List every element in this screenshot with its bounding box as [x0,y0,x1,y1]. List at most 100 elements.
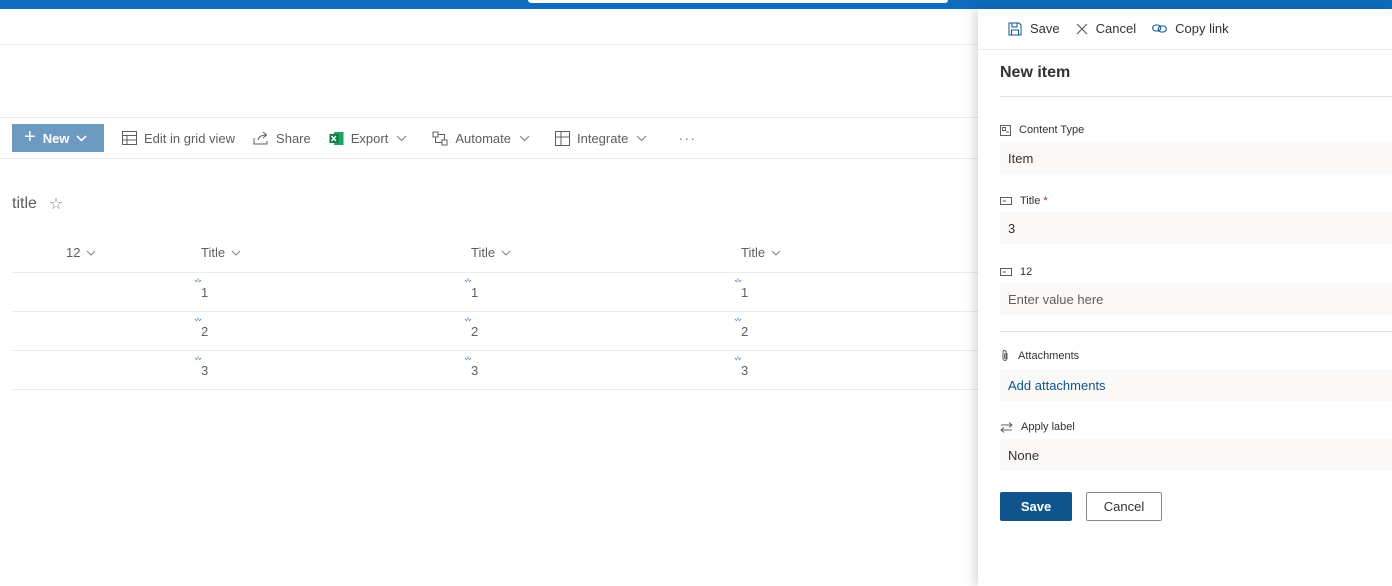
column-header-label: Title [201,245,226,260]
integrate-button[interactable]: Integrate [554,130,654,146]
table-cell[interactable]: 3 [464,356,478,378]
list-title-text: title [12,195,37,212]
header-divider [0,44,980,45]
integrate-icon [554,130,570,146]
content-type-select[interactable]: Item [1000,142,1392,174]
more-options-button[interactable]: ··· [678,130,696,147]
title-input[interactable]: 3 [1000,212,1392,244]
star-icon[interactable]: ☆ [49,194,63,214]
num-field-label: 12 [1000,266,1032,278]
column-header-12[interactable]: 12 [66,245,96,260]
copy-link-button[interactable]: Copy link [1152,21,1229,36]
num-input[interactable]: Enter value here [1000,283,1392,315]
column-header-title-2[interactable]: Title [471,245,511,260]
command-bar: + New Edit in grid view Share Export Aut… [12,124,696,152]
content-type-icon [1000,124,1011,136]
cell-value: 3 [201,363,209,378]
cell-value: 2 [741,324,749,339]
table-cell[interactable]: 1 [194,278,209,300]
content-type-label: Content Type [1000,124,1084,136]
grid-icon [122,131,137,145]
column-header-title-1[interactable]: Title [201,245,241,260]
panel-cancel-button[interactable]: Cancel [1076,21,1136,36]
chevron-down-icon [771,250,781,256]
title-field-label-text: Title [1020,195,1041,207]
panel-command-bar: Save Cancel Copy link [1008,21,1245,36]
text-field-icon [1000,197,1012,205]
export-label: Export [350,130,389,146]
new-button-label: New [42,130,70,146]
share-button[interactable]: Share [253,131,311,146]
paperclip-icon [1002,350,1008,361]
row-divider [12,389,980,390]
list-title: title ☆ [12,194,63,214]
panel-title: New item [1000,64,1071,81]
attachments-divider [1000,331,1392,332]
suite-bar [0,0,1392,9]
save-button[interactable]: Save [1000,492,1072,521]
table-cell[interactable]: 1 [734,278,749,300]
table-cell[interactable]: 3 [734,356,749,378]
table-cell[interactable]: 2 [464,317,478,339]
cancel-button[interactable]: Cancel [1086,492,1162,521]
cell-value: 2 [201,324,209,339]
table-cell[interactable]: 2 [734,317,749,339]
new-button[interactable]: + New [12,124,104,152]
column-header-label: 12 [66,245,81,260]
attachments-label-text: Attachments [1018,349,1080,362]
new-item-icon [734,356,742,361]
column-header-title-3[interactable]: Title [741,245,781,260]
share-icon [253,131,268,145]
column-header-label: Title [741,245,766,260]
chevron-down-icon [231,250,241,256]
apply-label-label-text: Apply label [1021,421,1075,433]
add-attachments-link[interactable]: Add attachments [1000,369,1392,401]
save-icon [1008,22,1022,35]
row-divider [12,272,980,273]
new-item-icon [734,317,742,322]
table-cell[interactable]: 3 [194,356,209,378]
search-box[interactable] [528,0,948,3]
new-item-panel: Save Cancel Copy link New item Content T… [978,9,1392,586]
apply-label-select[interactable]: None [1000,439,1392,471]
automate-button[interactable]: Automate [432,131,537,146]
edit-grid-view-label: Edit in grid view [144,130,236,146]
apply-label-label: Apply label [1000,421,1075,433]
cell-value: 1 [741,285,749,300]
export-button[interactable]: Export [329,131,415,146]
command-bar-divider-top [0,117,980,118]
panel-command-divider [978,49,1392,50]
panel-save-button[interactable]: Save [1008,21,1060,36]
chevron-down-icon [501,250,511,256]
new-item-icon [194,278,202,283]
excel-icon [329,131,344,145]
cell-value: 1 [201,285,209,300]
title-field-label: Title * [1000,195,1048,207]
swap-arrows-icon [1000,421,1013,433]
integrate-label: Integrate [576,130,629,146]
chevron-down-icon [519,135,530,141]
new-item-icon [464,278,472,283]
plus-icon: + [24,126,36,148]
table-cell[interactable]: 1 [464,278,479,300]
new-item-icon [194,317,202,322]
text-field-icon [1000,268,1012,276]
content-type-label-text: Content Type [1019,124,1085,136]
chevron-down-icon [76,134,87,142]
link-icon [1152,24,1167,33]
automate-label: Automate [455,130,511,146]
panel-save-label: Save [1030,21,1060,36]
cell-value: 1 [471,285,479,300]
new-item-icon [734,278,742,283]
row-divider [12,350,980,351]
cell-value: 3 [741,363,749,378]
required-marker: * [1043,195,1048,207]
table-cell[interactable]: 2 [194,317,209,339]
new-item-icon [464,317,472,322]
edit-grid-view-button[interactable]: Edit in grid view [122,131,235,146]
new-item-icon [194,356,202,361]
chevron-down-icon [636,135,647,141]
panel-cancel-label: Cancel [1095,21,1137,36]
column-header-label: Title [471,245,496,260]
copy-link-label: Copy link [1175,21,1229,36]
